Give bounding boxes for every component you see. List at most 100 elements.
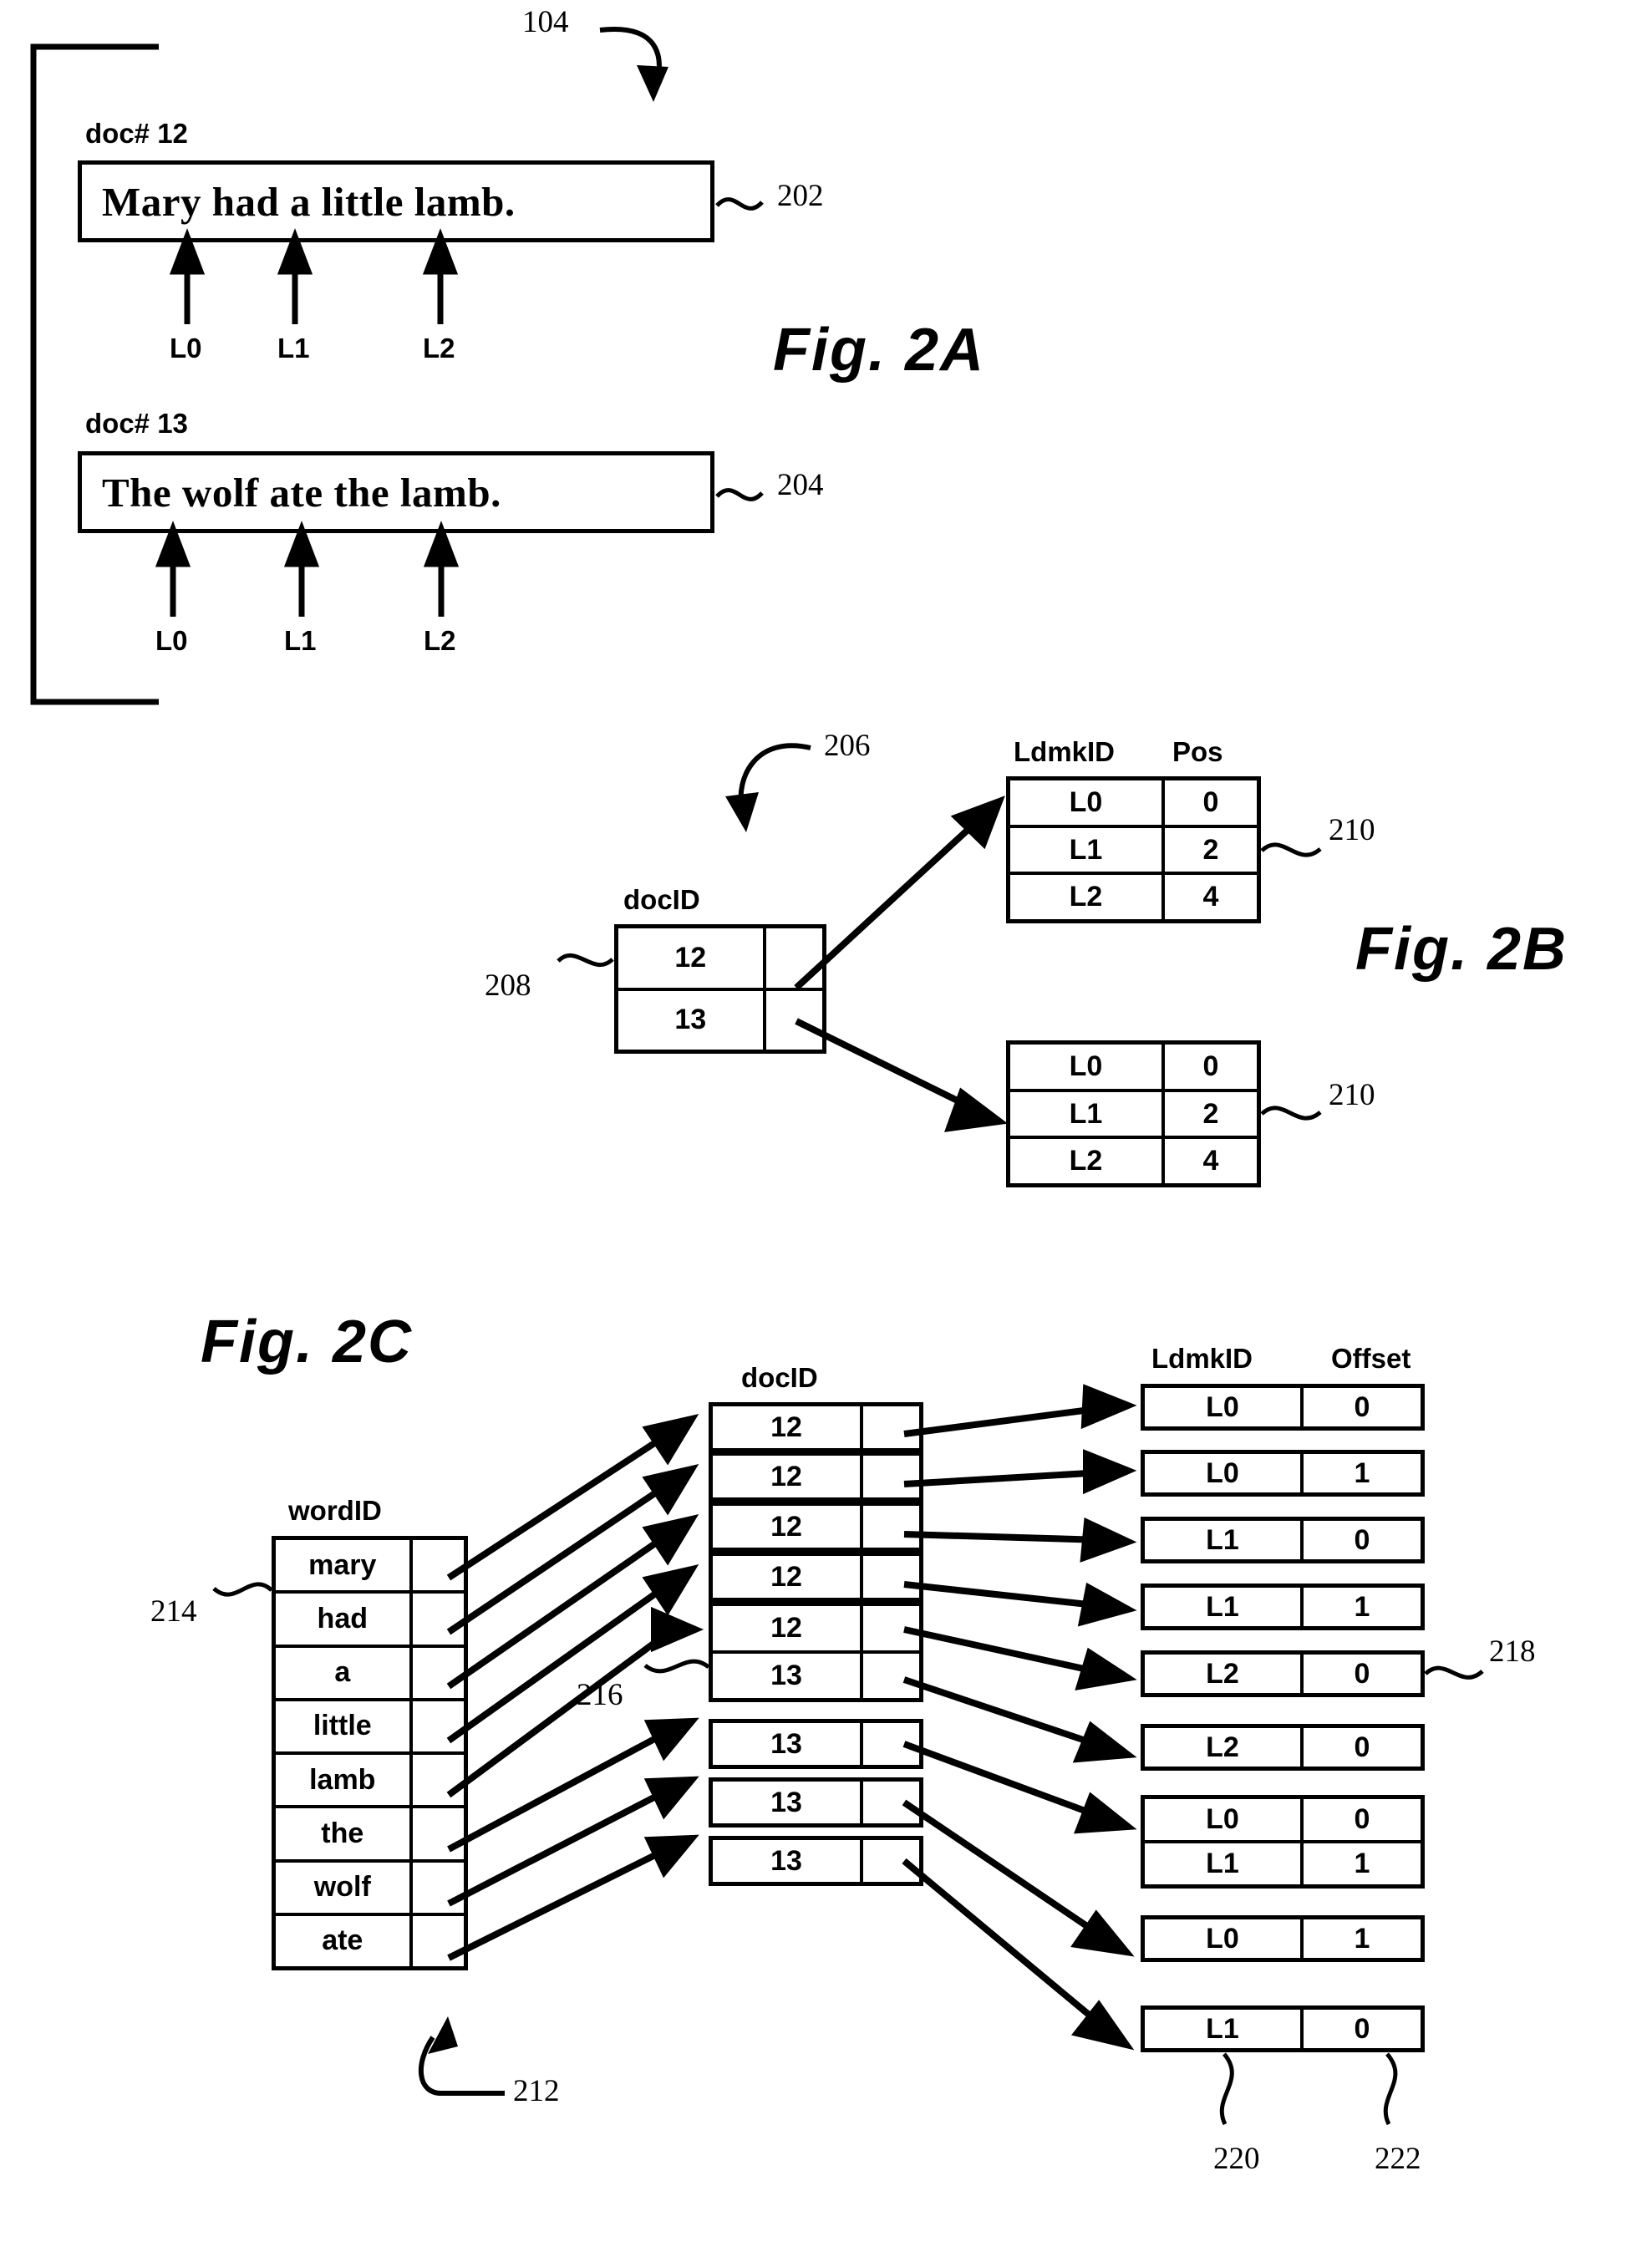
doc-13-sentence-box: The wolf ate the lamb. — [78, 451, 714, 533]
table-row: 12 — [713, 1556, 919, 1598]
fig2c-word-pointer-cell — [413, 1808, 464, 1858]
table-row: ate — [276, 1915, 464, 1966]
fig2c-offset-cell: 0 — [1354, 1731, 1370, 1763]
fig2c-ldmk-cell: L1 — [1145, 1588, 1304, 1626]
fig2c-doc-id-cell: 13 — [713, 1723, 863, 1765]
fig2c-doc-id-cell: 13 — [713, 1654, 863, 1698]
fig2c-word-pointer-cell — [413, 1755, 464, 1805]
doc-13-landmark-L1: L1 — [284, 625, 317, 656]
fig2c-doc-id-cell: 13 — [713, 1782, 863, 1823]
fig2c-doc-pointer-cell — [863, 1506, 919, 1548]
table-row: mary — [276, 1540, 464, 1594]
fig2c-doc-pointer-cell — [863, 1840, 919, 1882]
fig2c-ldmk-cell: L0 — [1145, 1919, 1304, 1958]
fig2c-word-cell: mary — [276, 1540, 413, 1591]
table-row: little — [276, 1701, 464, 1755]
fig2c-ldmk-box-9: L1 0 — [1141, 2006, 1425, 2052]
fig2c-word-cell: had — [276, 1594, 413, 1645]
table-row: L0 0 — [1010, 1045, 1257, 1092]
doc-13-landmark-L0: L0 — [155, 625, 188, 656]
fig2c-ldmk-box-4: L1 1 — [1141, 1584, 1425, 1630]
ref-206-label: 206 — [824, 729, 871, 763]
fig2c-doc-id-cell: 12 — [713, 1556, 863, 1598]
fig2c-wordlist-table: mary had a little lamb the wolf ate — [272, 1536, 468, 1970]
fig2c-word-pointer-cell — [413, 1701, 464, 1751]
fig2b-doclist-table: 12 13 — [614, 924, 826, 1054]
table-row: 13 — [713, 1723, 919, 1765]
fig2c-word-cell: a — [276, 1647, 413, 1698]
table-row: a — [276, 1647, 464, 1701]
fig2b-ldmk-cell: L2 — [1010, 1139, 1165, 1184]
fig2c-doc-pointer-cell — [863, 1406, 919, 1448]
fig2c-doc-pointer-cell — [863, 1782, 919, 1823]
fig2c-offset-cell: 0 — [1354, 2012, 1370, 2045]
fig2b-ldmk-cell: L0 — [1010, 1045, 1165, 1089]
table-row: 12 — [618, 928, 822, 991]
fig2c-offset-cell: 1 — [1354, 1456, 1370, 1489]
fig2c-ldmk-cell: L2 — [1145, 1728, 1304, 1767]
fig2b-ldmk-cell: L1 — [1010, 1091, 1165, 1136]
fig2c-docid-header: docID — [741, 1362, 818, 1393]
ref-220-label: 220 — [1213, 2142, 1260, 2176]
fig2b-ldmkid-header-a: LdmkID — [1014, 736, 1116, 767]
doc-12-landmark-L0: L0 — [170, 333, 202, 363]
ref-214-label: 214 — [150, 1594, 197, 1629]
doc-12-sentence-box: Mary had a little lamb. — [78, 160, 714, 242]
table-row: L2 4 — [1010, 875, 1257, 920]
ref-216-label: 216 — [577, 1678, 623, 1712]
ref-218-label: 218 — [1489, 1634, 1536, 1669]
table-row: L2 4 — [1010, 1139, 1257, 1184]
fig2c-ldmk-cell: L1 — [1145, 1521, 1304, 1559]
fig2c-word-cell: lamb — [276, 1755, 413, 1806]
fig2c-word-pointer-cell — [413, 1863, 464, 1913]
fig2b-docid-header: docID — [623, 884, 700, 915]
fig2c-doc-id-cell: 12 — [713, 1456, 863, 1497]
fig2c-offset-cell: 0 — [1354, 1657, 1370, 1690]
fig2c-ldmk-box-3: L1 0 — [1141, 1517, 1425, 1563]
fig2b-doc-pointer-cell — [766, 928, 822, 988]
fig2c-offset-cell: 0 — [1354, 1803, 1370, 1835]
fig2c-ldmk-cell: L0 — [1145, 1388, 1304, 1426]
table-row: L2 0 — [1145, 1655, 1421, 1693]
fig2c-ldmk-box-2: L0 1 — [1141, 1450, 1425, 1497]
fig2b-ldmk-cell: L0 — [1010, 780, 1165, 825]
doc-12-landmark-L1: L1 — [277, 333, 310, 363]
fig2c-ldmkid-header: LdmkID — [1151, 1343, 1253, 1374]
fig2c-offset-cell: 0 — [1354, 1390, 1370, 1423]
table-row: 13 — [713, 1654, 919, 1698]
fig2c-ldmk-box-1: L0 0 — [1141, 1384, 1425, 1431]
fig2c-doc-pointer-cell — [863, 1723, 919, 1765]
fig2c-doc-box-4: 12 — [709, 1552, 923, 1602]
fig2b-pos-cell: 4 — [1202, 881, 1219, 913]
ref-208-label: 208 — [485, 968, 531, 1003]
fig2c-doc-box-7: 13 — [709, 1777, 923, 1828]
table-row: L1 0 — [1145, 1521, 1421, 1559]
doc-13-label: doc# 13 — [85, 408, 188, 439]
table-row: had — [276, 1594, 464, 1648]
fig2c-ldmk-cell: L1 — [1145, 1843, 1304, 1884]
doc-13-sentence-text: The wolf ate the lamb. — [102, 469, 501, 516]
patent-figure-sheet: 104 doc# 12 Mary had a little lamb. 202 … — [0, 0, 1652, 2247]
fig2c-ldmk-cell: L0 — [1145, 1454, 1304, 1492]
fig2c-doc-pointer-cell — [863, 1654, 919, 1698]
table-row: L0 1 — [1145, 1454, 1421, 1492]
fig2c-doc-box-2: 12 — [709, 1451, 923, 1502]
fig2c-ldmk-cell: L2 — [1145, 1655, 1304, 1693]
fig2c-word-pointer-cell — [413, 1540, 464, 1590]
ref-212-label: 212 — [513, 2074, 560, 2108]
ref-204-label: 204 — [777, 468, 824, 502]
fig2c-offset-cell: 1 — [1354, 1922, 1370, 1955]
ref-210a-label: 210 — [1329, 813, 1375, 847]
table-row: wolf — [276, 1862, 464, 1916]
fig2c-doc-id-cell: 13 — [713, 1840, 863, 1882]
doc-12-sentence-text: Mary had a little lamb. — [102, 178, 516, 225]
doc-12-label: doc# 12 — [85, 118, 188, 149]
fig2c-doc-box-5: 12 13 — [709, 1602, 923, 1702]
table-row: 12 — [713, 1506, 919, 1548]
fig2c-wordid-header: wordID — [288, 1495, 382, 1526]
ref-202-label: 202 — [777, 179, 824, 213]
table-row: L1 1 — [1145, 1588, 1421, 1626]
table-row: 13 — [618, 990, 822, 1050]
fig2b-pos-cell: 0 — [1202, 785, 1219, 818]
table-row: L1 2 — [1010, 1091, 1257, 1140]
